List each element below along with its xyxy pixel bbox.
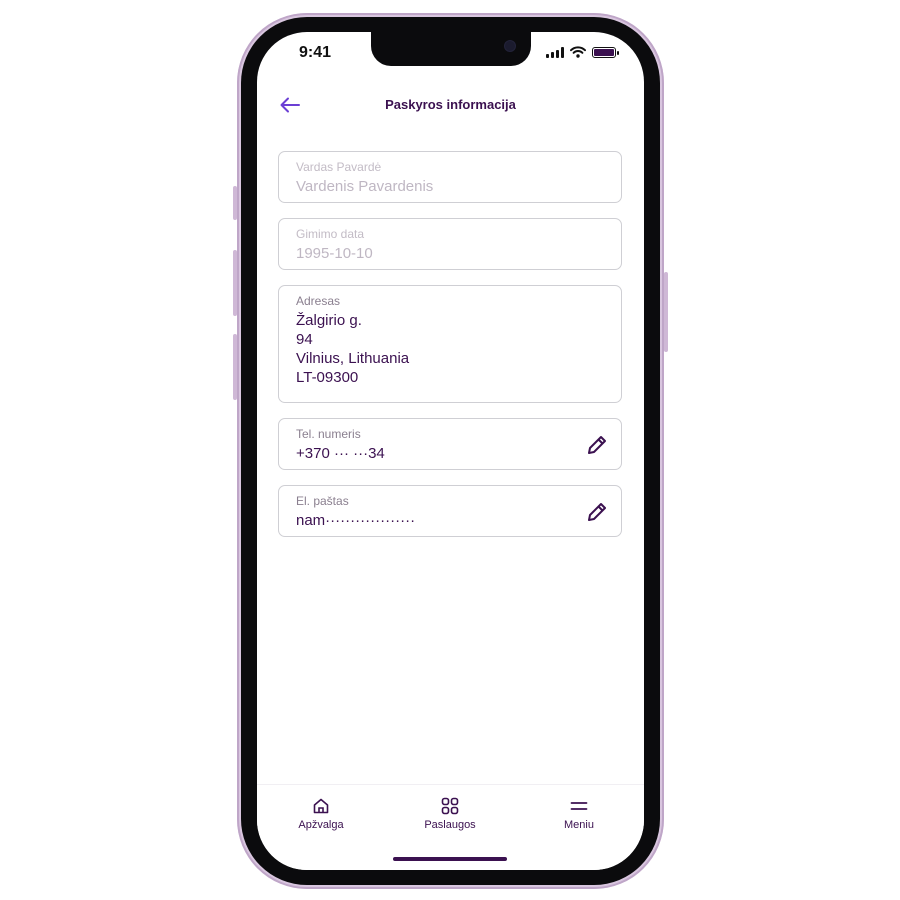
phone-field: Tel. numeris +370 ··· ···34 (278, 418, 622, 470)
menu-icon (570, 802, 588, 810)
home-indicator (393, 857, 507, 861)
address-line: 94 (296, 331, 313, 348)
address-label: Adresas (296, 294, 341, 308)
email-label: El. paštas (296, 494, 349, 508)
email-field: El. paštas nam·················· (278, 485, 622, 537)
page-header: Paskyros informacija (257, 90, 644, 120)
address-line: Žalgirio g. (296, 312, 362, 329)
tab-menu[interactable]: Meniu (534, 797, 624, 831)
email-value: nam·················· (296, 512, 416, 529)
status-time: 9:41 (299, 44, 332, 61)
pencil-icon (588, 436, 606, 454)
status-icons (546, 46, 619, 58)
tab-overview-label: Apžvalga (298, 819, 344, 831)
address-line: LT-09300 (296, 369, 359, 386)
tab-services-label: Paslaugos (424, 819, 476, 831)
birth-date-label: Gimimo data (296, 227, 365, 241)
name-label: Vardas Pavardė (296, 160, 382, 174)
edit-phone-button[interactable] (585, 433, 609, 457)
tab-services[interactable]: Paslaugos (405, 797, 495, 831)
phone-label: Tel. numeris (296, 427, 361, 441)
edit-email-button[interactable] (585, 500, 609, 524)
address-line: Vilnius, Lithuania (296, 350, 410, 367)
signal-icon (546, 46, 564, 58)
volume-up-button (233, 250, 237, 316)
page-title: Paskyros informacija (385, 97, 516, 112)
phone-value: +370 ··· ···34 (296, 445, 385, 462)
birth-date-value: 1995-10-10 (296, 245, 373, 262)
tab-menu-label: Meniu (564, 819, 594, 831)
name-value: Vardenis Pavardenis (296, 178, 434, 195)
power-button (664, 272, 668, 352)
wifi-icon (570, 46, 586, 58)
camera-icon (505, 41, 515, 51)
home-icon (313, 798, 329, 814)
notch (371, 32, 531, 66)
address-field: Adresas Žalgirio g. 94 Vilnius, Lithuani… (278, 285, 622, 403)
grid-icon (441, 797, 459, 815)
birth-date-field: Gimimo data 1995-10-10 (278, 218, 622, 270)
name-field: Vardas Pavardė Vardenis Pavardenis (278, 151, 622, 203)
address-value: Žalgirio g. 94 Vilnius, Lithuania LT-093… (296, 311, 604, 387)
mute-switch (233, 186, 237, 220)
battery-icon (592, 46, 619, 58)
tab-overview[interactable]: Apžvalga (276, 797, 366, 831)
pencil-icon (588, 503, 606, 521)
volume-down-button (233, 334, 237, 400)
app-screen: 9:41 Paskyros informacija Vardas Pavardė… (257, 32, 644, 870)
